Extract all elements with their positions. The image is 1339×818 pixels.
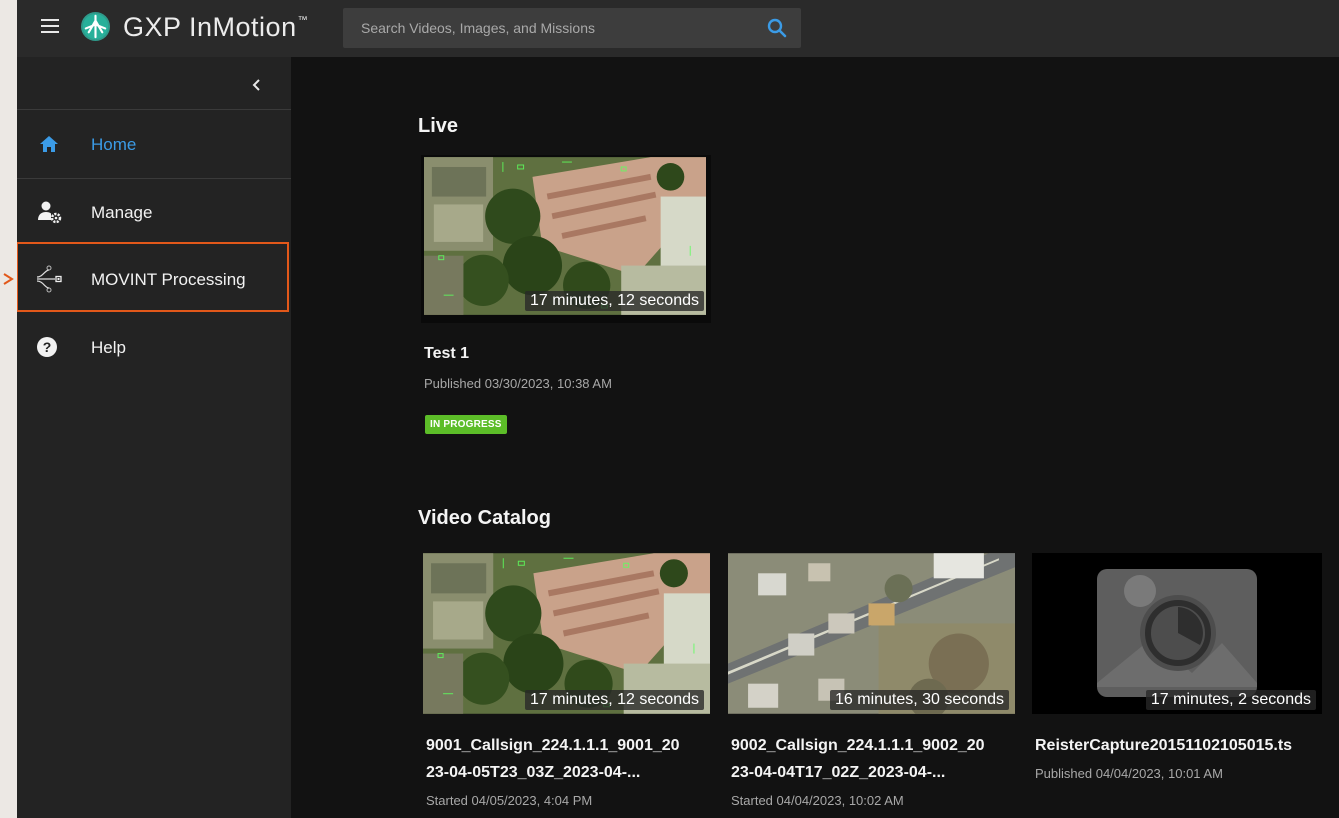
sidebar-item-manage[interactable]: Manage: [17, 179, 291, 245]
card-title-line: 9001_Callsign_224.1.1.1_9001_20: [426, 737, 680, 754]
sidebar-divider: [17, 109, 291, 110]
video-thumbnail[interactable]: 16 minutes, 30 seconds: [728, 553, 1015, 714]
app-window: GXP InMotion™ Home: [17, 0, 1339, 818]
card-title-line: 23-04-05T23_03Z_2023-04-...: [426, 764, 641, 781]
card-title-line: 23-04-04T17_02Z_2023-04-...: [731, 764, 946, 781]
catalog-video-card[interactable]: 17 minutes, 12 seconds 9001_Callsign_224…: [423, 553, 713, 818]
card-published-date: Published 04/04/2023, 10:01 AM: [1035, 766, 1223, 781]
video-thumbnail[interactable]: 17 minutes, 12 seconds: [423, 553, 710, 714]
live-video-card[interactable]: 17 minutes, 12 seconds Test 1 Published …: [421, 155, 711, 445]
search-icon[interactable]: [767, 18, 787, 38]
sidebar-item-movint-processing[interactable]: MOVINT Processing: [17, 246, 291, 312]
search-input[interactable]: [343, 8, 743, 48]
search-bar: [343, 8, 801, 48]
duration-label: 17 minutes, 12 seconds: [525, 291, 704, 311]
sidebar-item-home[interactable]: Home: [17, 111, 291, 177]
sidebar-item-label: Manage: [91, 203, 153, 222]
sidebar-item-label: Help: [91, 338, 126, 357]
app-title: GXP InMotion™: [123, 12, 309, 42]
top-bar: GXP InMotion™: [17, 0, 1339, 57]
card-started-date: Started 04/05/2023, 4:04 PM: [426, 793, 593, 808]
duration-label: 17 minutes, 12 seconds: [525, 690, 704, 710]
card-title[interactable]: Test 1: [424, 340, 469, 367]
duration-label: 16 minutes, 30 seconds: [830, 690, 1009, 710]
catalog-video-card[interactable]: 16 minutes, 30 seconds 9002_Callsign_224…: [728, 553, 1018, 818]
duration-label: 17 minutes, 2 seconds: [1145, 690, 1316, 710]
status-badge: IN PROGRESS: [425, 415, 507, 434]
sidebar-item-label: MOVINT Processing: [91, 270, 246, 289]
sidebar-item-label: Home: [91, 135, 137, 154]
live-section-title: Live: [418, 115, 459, 137]
card-started-date: Started 04/04/2023, 10:02 AM: [731, 793, 904, 808]
chevron-left-icon[interactable]: [245, 73, 269, 97]
user-settings-icon: [38, 201, 62, 224]
sidebar-item-help[interactable]: ? Help: [17, 314, 291, 380]
card-published-date: Published 03/30/2023, 10:38 AM: [424, 376, 612, 391]
hamburger-menu-icon[interactable]: [41, 19, 59, 33]
gxp-logo-icon: [80, 11, 111, 42]
card-title[interactable]: ReisterCapture20151102105015.ts: [1035, 732, 1292, 759]
video-thumbnail[interactable]: 17 minutes, 12 seconds: [421, 155, 711, 323]
home-icon: [40, 136, 58, 152]
arrow-right-icon: [3, 273, 14, 285]
card-title[interactable]: 9001_Callsign_224.1.1.1_9001_20 23-04-05…: [426, 732, 680, 786]
card-title[interactable]: 9002_Callsign_224.1.1.1_9002_20 23-04-04…: [731, 732, 985, 786]
svg-text:?: ?: [43, 339, 52, 355]
movint-processing-icon: [36, 265, 62, 293]
sidebar: Home Manage MOVINT Processing ? Help: [17, 57, 291, 818]
card-title-line: 9002_Callsign_224.1.1.1_9002_20: [731, 737, 985, 754]
help-icon: ?: [37, 337, 57, 357]
video-thumbnail[interactable]: 17 minutes, 2 seconds: [1032, 553, 1322, 714]
video-catalog-section-title: Video Catalog: [418, 507, 551, 529]
catalog-video-card[interactable]: 17 minutes, 2 seconds ReisterCapture2015…: [1032, 553, 1322, 818]
card-title-line: ReisterCapture20151102105015.ts: [1035, 737, 1293, 754]
